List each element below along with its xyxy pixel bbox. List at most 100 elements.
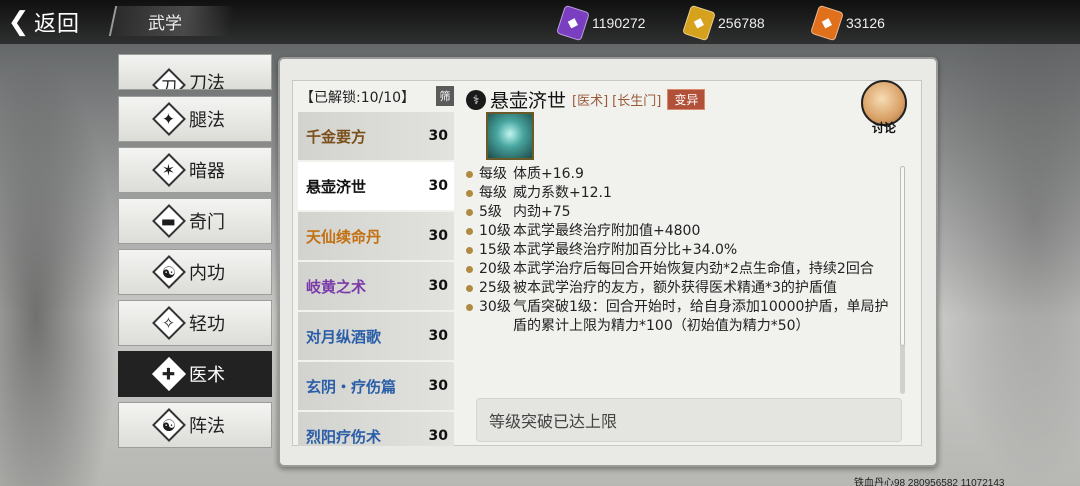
filter-button[interactable]: 筛: [436, 86, 454, 106]
page-title: 武学: [148, 14, 182, 34]
skill-level: 30: [428, 328, 448, 344]
skill-level: 30: [428, 178, 448, 194]
effects-list[interactable]: 每级 体质+16.9 每级 威力系数+12.1 5级 内劲+75 10级 本武学最终治疗…: [464, 165, 892, 387]
effect-row: 30级 气盾突破1级：回合开始时，给自身添加10000护盾，单局护盾的累计上限为精…: [464, 298, 892, 336]
sidebar-item-label: 轻功: [189, 314, 225, 335]
effect-level: 15级: [479, 242, 511, 258]
list-item[interactable]: 对月纵酒歌 30: [298, 312, 454, 360]
skill-name: 烈阳疗伤术: [306, 427, 382, 446]
kick-icon: ✦: [152, 102, 186, 136]
effect-row: 20级 本武学治疗后每回合开始恢复内劲*2点生命值，持续2回合: [464, 260, 892, 279]
effect-level: 30级: [479, 299, 511, 315]
currency-gold[interactable]: ◆ 256788: [682, 4, 765, 42]
skill-title: 悬壶济世: [490, 90, 567, 112]
skill-name: 悬壶济世: [306, 177, 367, 196]
bullet-icon: [466, 190, 473, 197]
skill-name: 天仙续命丹: [306, 227, 382, 246]
list-item[interactable]: 岐黄之术 30: [298, 262, 454, 310]
currency-amount: 1190272: [592, 15, 646, 31]
currency-orange[interactable]: ◆ 33126: [810, 4, 885, 42]
sidebar-item-label: 奇门: [189, 212, 225, 233]
orange-token-icon: ◆: [810, 4, 844, 42]
currency-amount: 33126: [846, 15, 885, 31]
effect-row: 5级 内劲+75: [464, 203, 892, 222]
effect-text: 被本武学治疗的友方，额外获得医术精通*3的护盾值: [513, 280, 837, 296]
effect-level: 25级: [479, 280, 511, 296]
effects-scrollbar-thumb[interactable]: [900, 166, 905, 346]
sidebar-item-medicine[interactable]: ✚ 医术: [118, 351, 272, 397]
bullet-icon: [466, 304, 473, 311]
sidebar-item-qinggong[interactable]: ✧ 轻功: [118, 300, 272, 346]
background-ink-bamboo: [0, 60, 120, 486]
back-label: 返回: [34, 12, 81, 37]
effect-level: 20级: [479, 261, 511, 277]
skill-level: 30: [428, 378, 448, 394]
bullet-icon: [466, 247, 473, 254]
sidebar-item-formation[interactable]: ☯ 阵法: [118, 402, 272, 448]
list-item[interactable]: 玄阴・疗伤篇 30: [298, 362, 454, 410]
medicine-type-icon: ⚕: [466, 89, 486, 110]
sidebar-item-label: 阵法: [189, 416, 225, 437]
back-button[interactable]: ❮ 返回: [4, 4, 80, 40]
sidebar-item-blade[interactable]: 刀 刀法: [118, 54, 272, 90]
effect-text: 体质+16.9: [513, 166, 584, 182]
skill-list[interactable]: 千金要方 30 悬壶济世 30 天仙续命丹 30 岐黄之术 30 对月纵酒歌 3…: [298, 112, 454, 446]
effect-level: 每级: [479, 166, 507, 182]
list-item[interactable]: 千金要方 30: [298, 112, 454, 160]
list-item[interactable]: 天仙续命丹 30: [298, 212, 454, 260]
variant-badge: 变异: [667, 89, 706, 110]
sidebar-item-label: 暗器: [189, 161, 225, 182]
effect-level: 10级: [479, 223, 511, 239]
effect-row: 每级 体质+16.9: [464, 165, 892, 184]
list-item[interactable]: 烈阳疗伤术 30: [298, 412, 454, 446]
watermark: 铁血丹心98 280956582 11072143: [854, 478, 1005, 486]
heal-icon: ✚: [152, 357, 186, 391]
skill-detail-header: ⚕ 悬壶济世 [医术] [长生门] 变异: [466, 86, 706, 113]
effect-text: 威力系数+12.1: [513, 185, 612, 201]
blade-icon: 刀: [152, 68, 186, 89]
meditation-icon: ☯: [152, 255, 186, 289]
feather-icon: ✧: [152, 306, 186, 340]
bullet-icon: [466, 266, 473, 273]
bullet-icon: [466, 228, 473, 235]
effect-row: 10级 本武学最终治疗附加值+4800: [464, 222, 892, 241]
currency-amount: 256788: [718, 15, 765, 31]
skill-school-tag: [长生门]: [612, 94, 662, 109]
ruler-icon: ▬: [152, 204, 186, 238]
effect-text: 气盾突破1级：回合开始时，给自身添加10000护盾，单局护盾的累计上限为精力*1…: [513, 299, 889, 334]
sidebar-item-label: 医术: [189, 365, 225, 386]
breakthrough-status: 等级突破已达上限: [476, 398, 902, 442]
discuss-button[interactable]: 讨论: [858, 80, 910, 136]
effect-row: 每级 威力系数+12.1: [464, 184, 892, 203]
sidebar-item-qimen[interactable]: ▬ 奇门: [118, 198, 272, 244]
skill-level: 30: [428, 278, 448, 294]
effect-text: 本武学治疗后每回合开始恢复内劲*2点生命值，持续2回合: [513, 261, 874, 277]
purple-token-icon: ◆: [556, 4, 590, 42]
chevron-left-icon: ❮: [7, 7, 31, 37]
effect-level: 每级: [479, 185, 507, 201]
currency-purple[interactable]: ◆ 1190272: [556, 4, 646, 42]
sidebar-item-label: 腿法: [189, 110, 225, 131]
background-ink-sword: [930, 40, 1080, 486]
sidebar-item-neigong[interactable]: ☯ 内功: [118, 249, 272, 295]
effect-text: 本武学最终治疗附加百分比+34.0%: [513, 242, 738, 258]
skill-name: 玄阴・疗伤篇: [306, 377, 397, 396]
effect-text: 本武学最终治疗附加值+4800: [513, 223, 701, 239]
effect-level: 5级: [479, 204, 502, 220]
shuriken-icon: ✶: [152, 153, 186, 187]
skill-name: 对月纵酒歌: [306, 327, 382, 346]
list-item-selected[interactable]: 悬壶济世 30: [298, 162, 454, 210]
effect-text: 内劲+75: [513, 204, 571, 220]
effect-row: 25级 被本武学治疗的友方，额外获得医术精通*3的护盾值: [464, 279, 892, 298]
bullet-icon: [466, 285, 473, 292]
skill-level: 30: [428, 428, 448, 444]
sidebar-item-hidden-weapon[interactable]: ✶ 暗器: [118, 147, 272, 193]
bullet-icon: [466, 171, 473, 178]
sidebar-item-kick[interactable]: ✦ 腿法: [118, 96, 272, 142]
sidebar-item-label: 刀法: [189, 73, 225, 90]
skill-type-tag: [医术]: [572, 94, 609, 109]
effect-row: 15级 本武学最终治疗附加百分比+34.0%: [464, 241, 892, 260]
skill-level: 30: [428, 228, 448, 244]
bullet-icon: [466, 209, 473, 216]
sidebar-item-label: 内功: [189, 263, 225, 284]
